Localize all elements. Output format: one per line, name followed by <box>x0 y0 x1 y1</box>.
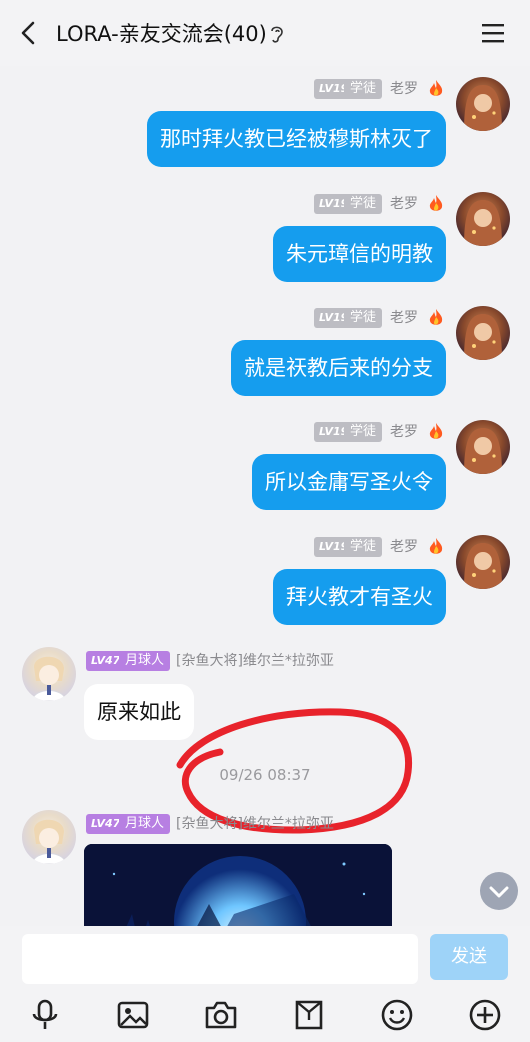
send-button[interactable]: 发送 <box>430 934 508 980</box>
avatar[interactable] <box>22 810 76 864</box>
avatar-illustration <box>464 85 502 131</box>
ear-icon <box>271 26 283 43</box>
avatar[interactable] <box>456 192 510 246</box>
video-thumbnail <box>84 844 392 932</box>
role-badge: 学徒 <box>344 79 383 99</box>
sender-name[interactable]: 老罗 <box>390 308 418 328</box>
camera-icon[interactable] <box>204 998 238 1032</box>
role-badge: 学徒 <box>344 537 383 557</box>
sender-name[interactable]: 老罗 <box>390 79 418 99</box>
chat-title: LORA-亲友交流会(40) <box>56 22 267 46</box>
back-icon[interactable] <box>16 20 42 46</box>
message-input[interactable] <box>22 934 418 984</box>
file-icon[interactable] <box>292 998 326 1032</box>
role-badge: 学徒 <box>344 194 383 214</box>
role-badge: 学徒 <box>344 422 383 442</box>
role-badge: 月球人 <box>119 651 171 671</box>
sender-name[interactable]: [杂鱼大将]维尔兰*拉弥亚 <box>176 651 334 671</box>
avatar[interactable] <box>456 535 510 589</box>
role-badge: 学徒 <box>344 308 383 328</box>
sender-name[interactable]: 老罗 <box>390 422 418 442</box>
flame-icon <box>429 423 443 439</box>
sender-name[interactable]: [杂鱼大将]维尔兰*拉弥亚 <box>176 814 334 834</box>
message-bubble[interactable]: 那时拜火教已经被穆斯林灭了 <box>147 111 446 167</box>
avatar-illustration <box>464 314 502 360</box>
avatar[interactable] <box>456 420 510 474</box>
role-badge: 月球人 <box>119 814 171 834</box>
scroll-to-bottom-button[interactable] <box>480 872 518 910</box>
sender-name[interactable]: 老罗 <box>390 194 418 214</box>
avatar[interactable] <box>456 306 510 360</box>
image-icon[interactable] <box>116 998 150 1032</box>
chat-header: LORA-亲友交流会(40) <box>0 0 530 66</box>
flame-icon <box>429 195 443 211</box>
avatar[interactable] <box>456 77 510 131</box>
sender-name[interactable]: 老罗 <box>390 537 418 557</box>
avatar[interactable] <box>22 647 76 701</box>
flame-icon <box>429 309 443 325</box>
avatar-illustration <box>464 428 502 474</box>
video-message[interactable] <box>84 844 392 932</box>
chevron-down-icon <box>489 886 509 898</box>
message-bubble[interactable]: 朱元璋信的明教 <box>273 226 446 282</box>
avatar-illustration <box>31 819 67 864</box>
message-bubble[interactable]: 所以金庸写圣火令 <box>252 454 446 510</box>
menu-icon[interactable] <box>480 22 506 44</box>
plus-icon[interactable] <box>468 998 502 1032</box>
flame-icon <box>429 538 443 554</box>
avatar-illustration <box>464 200 502 246</box>
flame-icon <box>429 80 443 96</box>
avatar-illustration <box>464 543 502 589</box>
message-bubble[interactable]: 就是祆教后来的分支 <box>231 340 446 396</box>
avatar-illustration <box>31 656 67 701</box>
message-bubble[interactable]: 拜火教才有圣火 <box>273 569 446 625</box>
emoji-icon[interactable] <box>380 998 414 1032</box>
microphone-icon[interactable] <box>28 998 62 1032</box>
